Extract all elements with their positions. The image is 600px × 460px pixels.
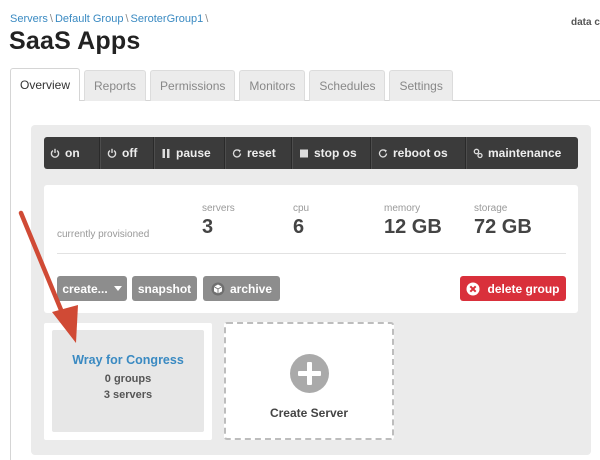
provisioned-stats-card: currently provisioned servers 3 cpu 6 me… <box>44 185 578 313</box>
stop-icon <box>300 149 308 157</box>
snapshot-button[interactable]: snapshot <box>132 276 197 301</box>
tab-reports[interactable]: Reports <box>84 70 147 101</box>
server-group-card-body: Wray for Congress 0 groups 3 servers <box>52 330 204 432</box>
power-icon <box>50 148 60 158</box>
reboot-os-label: reboot os <box>393 146 448 160</box>
breadcrumb: Servers \ Default Group \ SeroterGroup1 \ <box>10 13 210 25</box>
gears-icon <box>473 148 483 158</box>
provisioned-label: currently provisioned <box>57 229 150 240</box>
power-on-label: on <box>65 146 80 160</box>
power-toolbar: on off pause reset stop os reboot os mai… <box>44 137 578 169</box>
power-off-label: off <box>122 146 138 160</box>
stat-memory: memory 12 GB <box>384 203 442 239</box>
reset-button[interactable]: reset <box>225 137 292 169</box>
stat-servers: servers 3 <box>202 203 235 239</box>
pause-icon <box>162 148 170 158</box>
stat-cpu-label: cpu <box>293 203 310 214</box>
stat-storage-value: 72 GB <box>474 216 532 238</box>
stat-cpu-value: 6 <box>293 216 305 238</box>
plus-circle-icon <box>290 354 329 393</box>
create-dropdown-button[interactable]: create... <box>57 276 127 301</box>
stat-servers-value: 3 <box>202 216 214 238</box>
stat-servers-label: servers <box>202 203 235 214</box>
stat-cpu: cpu 6 <box>293 203 309 239</box>
create-dropdown-label: create... <box>62 281 108 296</box>
create-server-card[interactable]: Create Server <box>224 322 394 440</box>
reboot-os-button[interactable]: reboot os <box>371 137 466 169</box>
delete-group-button[interactable]: delete group <box>460 276 566 301</box>
maintenance-label: maintenance <box>488 146 562 160</box>
stat-memory-label: memory <box>384 203 421 214</box>
tab-settings[interactable]: Settings <box>389 70 453 101</box>
refresh-icon <box>232 148 242 158</box>
tab-monitors[interactable]: Monitors <box>239 70 306 101</box>
create-server-label: Create Server <box>269 406 349 420</box>
breadcrumb-link-default-group[interactable]: Default Group <box>55 13 123 25</box>
stop-os-label: stop os <box>314 146 357 160</box>
archive-button[interactable]: archive <box>203 276 280 301</box>
breadcrumb-link-group[interactable]: SeroterGroup1 <box>131 13 204 25</box>
tab-bar: Overview Reports Permissions Monitors Sc… <box>10 68 457 101</box>
tab-permissions[interactable]: Permissions <box>150 70 236 101</box>
power-icon <box>107 148 117 158</box>
top-right-label: data c <box>571 17 600 28</box>
tab-overview[interactable]: Overview <box>10 68 81 101</box>
breadcrumb-separator: \ <box>49 13 53 25</box>
pause-label: pause <box>176 146 211 160</box>
power-off-button[interactable]: off <box>100 137 154 169</box>
server-group-name[interactable]: Wray for Congress <box>52 353 204 367</box>
breadcrumb-link-servers[interactable]: Servers <box>10 13 48 25</box>
server-group-groups-count: 0 groups <box>104 373 152 385</box>
breadcrumb-separator: \ <box>125 13 129 25</box>
stats-divider <box>57 253 566 254</box>
delete-group-label: delete group <box>487 281 560 296</box>
server-group-servers-count: 3 servers <box>103 389 153 401</box>
stat-memory-value: 12 GB <box>384 216 442 238</box>
stop-os-button[interactable]: stop os <box>292 137 371 169</box>
maintenance-button[interactable]: maintenance <box>466 137 578 169</box>
pause-button[interactable]: pause <box>154 137 225 169</box>
breadcrumb-separator: \ <box>205 13 209 25</box>
archive-box-icon <box>211 282 225 295</box>
caret-down-icon <box>113 286 122 291</box>
reset-label: reset <box>247 146 276 160</box>
stat-storage: storage 72 GB <box>474 203 532 239</box>
snapshot-label: snapshot <box>137 281 192 296</box>
server-group-card[interactable]: Wray for Congress 0 groups 3 servers <box>44 323 212 440</box>
close-circle-icon <box>466 282 480 295</box>
stat-storage-label: storage <box>474 203 508 214</box>
archive-label: archive <box>229 281 273 296</box>
page-title: SaaS Apps <box>9 27 141 55</box>
app-root: Servers \ Default Group \ SeroterGroup1 \ dat… <box>0 0 600 460</box>
power-on-button[interactable]: on <box>44 137 100 169</box>
tab-schedules[interactable]: Schedules <box>309 70 386 101</box>
refresh-icon <box>378 148 388 158</box>
